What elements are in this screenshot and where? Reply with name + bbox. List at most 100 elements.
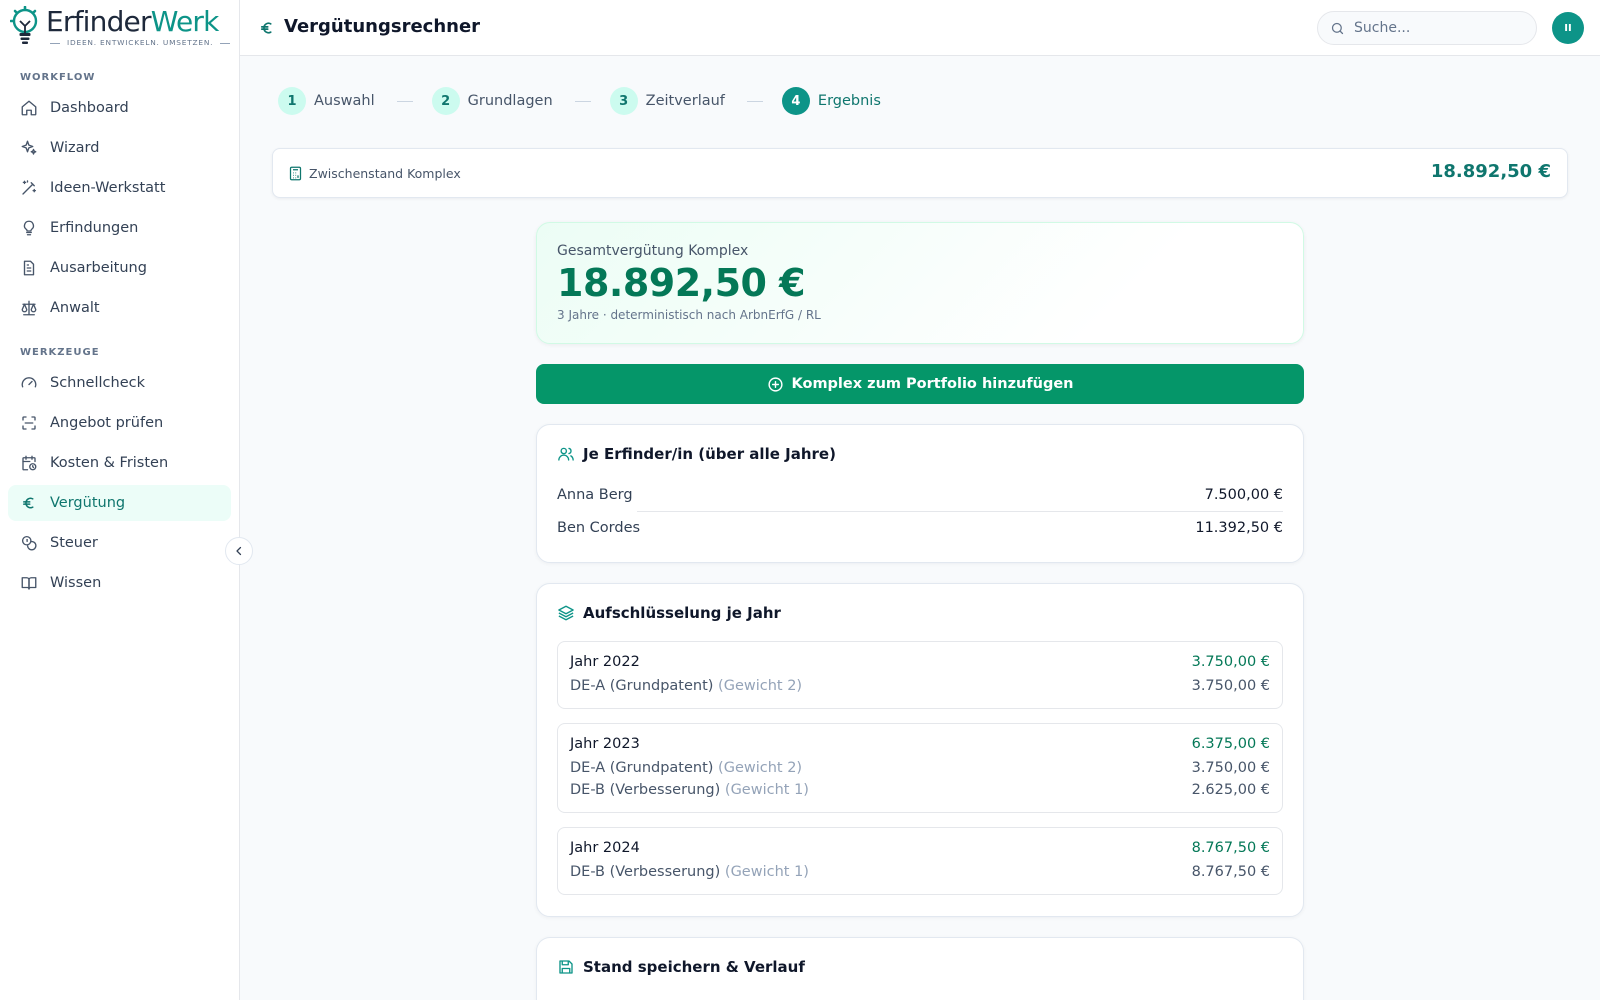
patent-line: DE-A (Grundpatent) (Gewicht 2) 3.750,00 …	[570, 760, 1270, 776]
step-zeitverlauf[interactable]: 3 Zeitverlauf	[609, 87, 725, 115]
chevron-left-icon	[236, 546, 242, 556]
card-title-text: Stand speichern & Verlauf	[583, 958, 805, 976]
step-label: Auswahl	[314, 93, 375, 109]
sidebar-item-steuer[interactable]: Steuer	[8, 525, 231, 561]
year-header: Jahr 2024 8.767,50 €	[570, 840, 1270, 856]
inventor-name: Ben Cordes	[557, 520, 641, 536]
year-header: Jahr 2023 6.375,00 €	[570, 736, 1270, 752]
step-ergebnis[interactable]: 4 Ergebnis	[781, 87, 881, 115]
year-label: Jahr 2023	[570, 736, 640, 752]
step-label: Ergebnis	[817, 93, 881, 109]
sidebar-item-label: Erfindungen	[50, 220, 139, 236]
sidebar-item-angebot-pruefen[interactable]: Angebot prüfen	[8, 405, 231, 441]
total-subtitle: 3 Jahre · deterministisch nach ArbnErfG …	[557, 308, 821, 322]
patent-weight: (Gewicht 1)	[724, 864, 809, 880]
patent-amount: 8.767,50 €	[1191, 864, 1270, 880]
sidebar-item-schnellcheck[interactable]: Schnellcheck	[8, 365, 231, 401]
euro-icon	[23, 497, 34, 509]
patent-line: DE-B (Verbesserung) (Gewicht 1) 2.625,00…	[570, 782, 1270, 798]
patent-weight: (Gewicht 2)	[718, 678, 803, 694]
inventor-row: Ben Cordes 11.392,50 €	[557, 512, 1283, 544]
nav-section-werkzeuge: WERKZEUGE	[20, 347, 100, 358]
step-separator	[746, 100, 763, 102]
sidebar-collapse-button[interactable]	[225, 537, 253, 565]
step-number: 2	[431, 87, 460, 115]
sidebar-item-label: Schnellcheck	[50, 375, 145, 391]
card-title: Aufschlüsselung je Jahr	[557, 604, 781, 622]
magic-wand-icon	[22, 180, 37, 195]
sidebar-item-label: Anwalt	[50, 300, 100, 316]
sidebar-item-label: Vergütung	[50, 495, 126, 511]
calculator-icon	[289, 166, 302, 181]
erfinderwerk-logo[interactable]: ErfinderWerk IDEEN. ENTWICKELN. UMSETZEN…	[10, 6, 232, 50]
logo-wordmark: ErfinderWerk	[46, 5, 219, 38]
plus-circle-icon	[767, 376, 783, 392]
step-number: 1	[278, 87, 306, 115]
step-number: 4	[781, 87, 810, 115]
search-input[interactable]	[1354, 12, 1530, 44]
user-avatar[interactable]: II	[1552, 12, 1584, 44]
sidebar-item-label: Ideen-Werkstatt	[50, 180, 166, 196]
sidebar-item-label: Dashboard	[50, 100, 129, 116]
add-button-label: Komplex zum Portfolio hinzufügen	[791, 376, 1074, 392]
patent-amount: 2.625,00 €	[1191, 782, 1270, 798]
scales-icon	[21, 300, 37, 316]
step-grundlagen[interactable]: 2 Grundlagen	[431, 87, 553, 115]
inventor-name: Anna Berg	[557, 487, 633, 503]
inventor-amount: 7.500,00 €	[1204, 487, 1283, 503]
year-label: Jahr 2024	[570, 840, 640, 856]
patent-amount: 3.750,00 €	[1191, 760, 1270, 776]
step-number: 3	[609, 87, 638, 115]
inventors-card: Je Erfinder/in (über alle Jahre) Anna Be…	[536, 424, 1304, 563]
sidebar-item-erfindungen[interactable]: Erfindungen	[8, 210, 231, 246]
step-separator	[574, 100, 591, 102]
lightbulb-gear-icon	[10, 6, 38, 44]
card-title: Je Erfinder/in (über alle Jahre)	[557, 445, 836, 463]
patent-weight: (Gewicht 2)	[718, 760, 803, 776]
sidebar-item-wissen[interactable]: Wissen	[8, 565, 231, 601]
home-icon	[21, 100, 37, 116]
sidebar-item-label: Wissen	[50, 575, 102, 591]
sidebar-item-kosten-fristen[interactable]: Kosten & Fristen	[8, 445, 231, 481]
sidebar-item-anwalt[interactable]: Anwalt	[8, 290, 231, 326]
sidebar-item-ideen-werkstatt[interactable]: Ideen-Werkstatt	[8, 170, 231, 206]
patent-line: DE-A (Grundpatent) (Gewicht 2) 3.750,00 …	[570, 678, 1270, 694]
sidebar-item-label: Steuer	[50, 535, 98, 551]
logo-tagline: IDEEN. ENTWICKELN. UMSETZEN.	[50, 38, 237, 47]
inventor-amount: 11.392,50 €	[1195, 520, 1283, 536]
year-total: 8.767,50 €	[1191, 840, 1270, 856]
sidebar-item-dashboard[interactable]: Dashboard	[8, 90, 231, 126]
sidebar-item-label: Angebot prüfen	[50, 415, 164, 431]
year-label: Jahr 2022	[570, 654, 640, 670]
search-icon	[1331, 22, 1344, 35]
document-icon	[23, 260, 35, 276]
save-history-card: Stand speichern & Verlauf	[536, 937, 1304, 1000]
subtotal-value: 18.892,50 €	[1430, 161, 1551, 182]
patent-name: DE-A (Grundpatent)	[570, 678, 714, 694]
step-auswahl[interactable]: 1 Auswahl	[278, 87, 375, 115]
add-to-portfolio-button[interactable]: Komplex zum Portfolio hinzufügen	[536, 364, 1304, 404]
patent-name: DE-B (Verbesserung)	[570, 864, 721, 880]
sidebar: ErfinderWerk IDEEN. ENTWICKELN. UMSETZEN…	[0, 0, 240, 1000]
inventor-row: Anna Berg 7.500,00 €	[557, 479, 1283, 511]
step-label: Zeitverlauf	[645, 93, 725, 109]
total-value: 18.892,50 €	[557, 261, 806, 305]
sidebar-item-ausarbeitung[interactable]: Ausarbeitung	[8, 250, 231, 286]
gauge-icon	[21, 377, 37, 388]
layers-icon	[558, 605, 574, 621]
wizard-stepper: 1 Auswahl 2 Grundlagen 3 Zeitverlauf 4 E…	[278, 86, 881, 116]
sidebar-item-verguetung[interactable]: Vergütung	[8, 485, 231, 521]
card-title-text: Je Erfinder/in (über alle Jahre)	[583, 445, 836, 463]
year-box-2022: Jahr 2022 3.750,00 € DE-A (Grundpatent) …	[557, 641, 1283, 709]
nav-section-workflow: WORKFLOW	[20, 72, 96, 83]
calendar-clock-icon	[22, 455, 37, 471]
patent-name: DE-A (Grundpatent)	[570, 760, 714, 776]
scan-icon	[22, 416, 36, 430]
step-separator	[396, 100, 413, 102]
subtotal-label: Zwischenstand Komplex	[309, 166, 461, 181]
search-box[interactable]	[1317, 11, 1537, 45]
users-icon	[558, 447, 574, 461]
sidebar-item-wizard[interactable]: Wizard	[8, 130, 231, 166]
patent-name: DE-B (Verbesserung)	[570, 782, 721, 798]
top-header: Vergütungsrechner II	[240, 0, 1600, 56]
